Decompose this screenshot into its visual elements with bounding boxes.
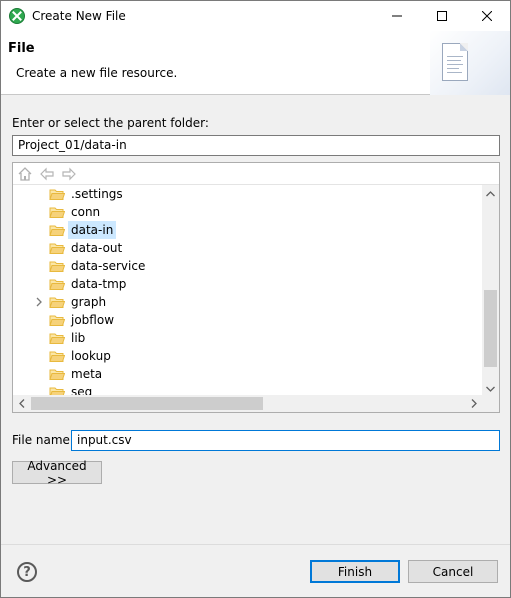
tree-item[interactable]: data-service <box>13 257 483 275</box>
tree-item[interactable]: .settings <box>13 185 483 203</box>
tree-item-label: data-service <box>71 259 146 273</box>
advanced-button[interactable]: Advanced >> <box>12 459 102 487</box>
folder-icon <box>49 205 66 219</box>
tree-item-label: data-out <box>71 241 123 255</box>
folder-icon <box>49 331 66 345</box>
close-button[interactable] <box>464 1 509 31</box>
window-title: Create New File <box>32 9 126 23</box>
tree-item-label: graph <box>71 295 107 309</box>
tree-item-label: lib <box>71 331 86 345</box>
folder-icon <box>49 223 66 237</box>
tree-list: .settings conn data-in data-out data-service… <box>13 185 483 397</box>
scroll-left-icon[interactable] <box>13 395 30 412</box>
close-icon <box>481 11 492 21</box>
finish-button[interactable]: Finish <box>310 560 400 583</box>
tree-item-label: meta <box>71 367 103 381</box>
vertical-scrollbar[interactable] <box>482 185 499 397</box>
folder-icon <box>49 259 66 273</box>
maximize-button[interactable] <box>419 1 464 31</box>
title-bar: Create New File <box>1 1 510 31</box>
tree-item[interactable]: data-in <box>13 221 483 239</box>
home-icon[interactable] <box>17 166 33 182</box>
tree-item[interactable]: graph <box>13 293 483 311</box>
wizard-banner: File Create a new file resource. <box>1 31 510 95</box>
footer-separator <box>1 544 510 545</box>
tree-item[interactable]: lib <box>13 329 483 347</box>
file-name-input[interactable]: input.csv <box>71 430 500 451</box>
horizontal-scrollbar[interactable] <box>13 395 499 412</box>
folder-icon <box>49 367 66 381</box>
folder-icon <box>49 241 66 255</box>
tree-item[interactable]: conn <box>13 203 483 221</box>
new-file-icon <box>442 43 468 81</box>
tree-item[interactable]: jobflow <box>13 311 483 329</box>
folder-icon <box>49 349 66 363</box>
create-new-file-dialog: Create New File File Create a new file r… <box>0 0 511 598</box>
tree-item-label: jobflow <box>71 313 115 327</box>
parent-folder-label: Enter or select the parent folder: <box>12 116 209 130</box>
folder-icon <box>49 313 66 327</box>
horizontal-scroll-thumb[interactable] <box>31 397 263 410</box>
folder-icon <box>49 295 66 309</box>
scroll-right-icon[interactable] <box>465 395 482 412</box>
folder-tree[interactable]: .settings conn data-in data-out data-service… <box>12 162 500 413</box>
tree-item[interactable]: lookup <box>13 347 483 365</box>
app-logo-icon <box>9 8 25 24</box>
tree-item-label: lookup <box>71 349 111 363</box>
help-icon[interactable]: ? <box>17 562 37 582</box>
vertical-scroll-thumb[interactable] <box>484 290 497 367</box>
tree-item-label: data-in <box>68 221 117 239</box>
tree-item[interactable]: data-tmp <box>13 275 483 293</box>
forward-icon[interactable] <box>61 166 77 182</box>
minimize-icon <box>391 15 402 17</box>
tree-item[interactable]: meta <box>13 365 483 383</box>
folder-icon <box>49 187 66 201</box>
scroll-up-icon[interactable] <box>482 185 499 202</box>
expand-chevron-icon[interactable] <box>35 294 45 310</box>
cancel-button[interactable]: Cancel <box>408 560 498 583</box>
tree-item-label: data-tmp <box>71 277 127 291</box>
banner-description: Create a new file resource. <box>16 66 178 80</box>
tree-toolbar <box>13 163 499 185</box>
tree-item-label: conn <box>71 205 101 219</box>
banner-graphic <box>430 31 510 95</box>
folder-icon <box>49 277 66 291</box>
banner-title: File <box>8 41 35 56</box>
maximize-icon <box>436 11 447 21</box>
scrollbar-corner <box>482 395 499 412</box>
tree-item-label: .settings <box>71 187 123 201</box>
parent-folder-input[interactable]: Project_01/data-in <box>12 135 500 156</box>
back-icon[interactable] <box>39 166 55 182</box>
file-name-label: File name: <box>12 433 74 447</box>
tree-item[interactable]: data-out <box>13 239 483 257</box>
minimize-button[interactable] <box>374 1 419 31</box>
